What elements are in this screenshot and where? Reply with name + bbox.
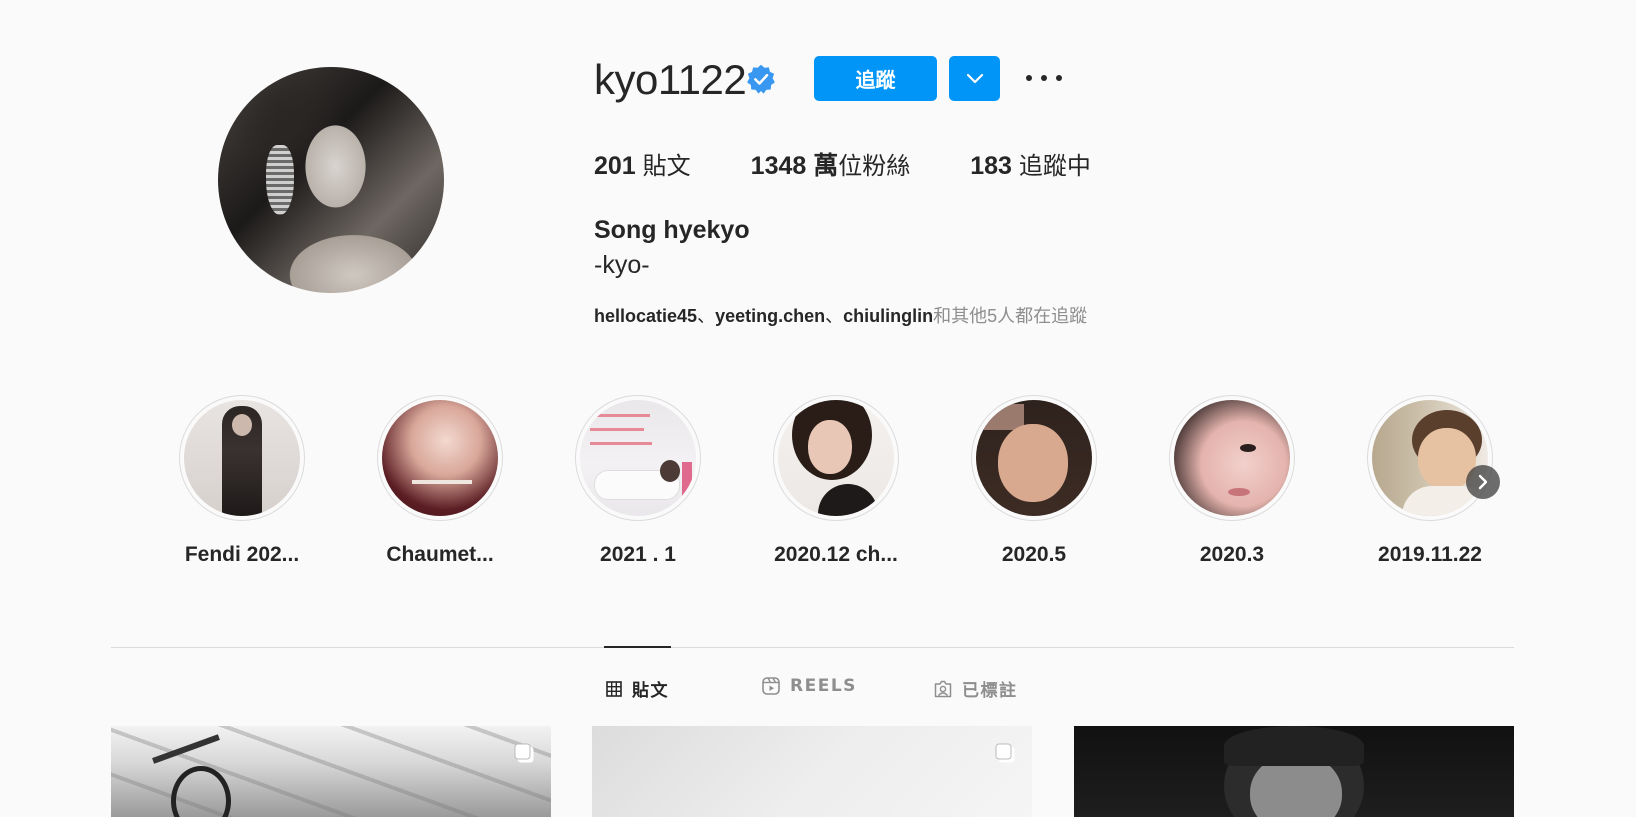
highlight-cover [778, 400, 894, 516]
highlight-cover [976, 400, 1092, 516]
highlight-item[interactable]: Fendi 202... [172, 395, 312, 567]
stat-followers-label: 位粉絲 [838, 152, 911, 180]
post-thumbnail[interactable] [592, 726, 1032, 817]
highlight-item[interactable]: 2020.12 ch... [766, 395, 906, 567]
stat-posts: 201 貼文 [594, 146, 691, 182]
follower-separator: 、 [825, 306, 844, 326]
followed-by-suffix: 和其他5人都在追蹤 [933, 306, 1088, 326]
follower-link[interactable]: yeeting.chen [715, 306, 825, 326]
stat-posts-value: 201 [594, 152, 636, 180]
tabs-divider [111, 647, 1514, 648]
tab-reels[interactable]: REELS [762, 676, 857, 696]
highlight-label: 2020.12 ch... [774, 543, 898, 566]
highlight-label: 2020.5 [1001, 543, 1067, 566]
highlight-cover [580, 400, 696, 516]
post-image-detail [1224, 726, 1364, 766]
story-highlights: Fendi 202... Chaumet... 2021 . 1 2020.12… [172, 395, 1512, 575]
stat-followers-value: 1348 萬 [750, 152, 839, 180]
follow-button[interactable]: 追蹤 [814, 56, 937, 101]
highlight-ring [1169, 395, 1295, 521]
post-thumbnail[interactable] [111, 726, 551, 817]
highlight-item[interactable]: Chaumet... [370, 395, 510, 567]
avatar-photo-detail [266, 145, 294, 215]
highlight-ring [377, 395, 503, 521]
tagged-icon [934, 680, 952, 697]
highlight-cover [1372, 400, 1488, 516]
tab-reels-label: REELS [790, 676, 857, 696]
highlight-item[interactable]: 2020.3 [1162, 395, 1302, 567]
stat-following-label: 追蹤中 [1018, 152, 1091, 180]
highlight-ring [971, 395, 1097, 521]
chevron-right-icon [1478, 474, 1488, 490]
multiple-photos-icon [995, 743, 1015, 763]
tab-posts[interactable]: 貼文 [606, 676, 669, 701]
tab-tagged[interactable]: 已標註 [934, 676, 1018, 701]
options-dot [1041, 75, 1047, 81]
profile-bio: -kyo- [594, 251, 650, 279]
options-dot [1026, 75, 1032, 81]
tab-posts-label: 貼文 [632, 681, 669, 701]
reels-icon [762, 677, 780, 695]
followed-by-line[interactable]: hellocatie45、yeeting.chen、chiulinglin和其他… [594, 302, 1087, 328]
stat-posts-label: 貼文 [642, 152, 691, 180]
highlight-cover [1174, 400, 1290, 516]
profile-stats: 201 貼文 1348 萬位粉絲 183 追蹤中 [594, 146, 1151, 182]
options-dot [1056, 75, 1062, 81]
highlight-item[interactable]: 2021 . 1 [568, 395, 708, 567]
multiple-photos-icon [514, 743, 534, 763]
follower-separator: 、 [697, 306, 716, 326]
follower-link[interactable]: hellocatie45 [594, 306, 697, 326]
highlight-label: 2019.11.22 [1378, 543, 1482, 566]
profile-avatar[interactable] [218, 67, 444, 293]
highlight-label: Fendi 202... [184, 543, 300, 566]
highlight-label: 2020.3 [1199, 543, 1265, 566]
stat-following[interactable]: 183 追蹤中 [970, 146, 1091, 182]
profile-full-name: Song hyekyo [594, 216, 750, 244]
highlight-ring [179, 395, 305, 521]
highlight-cover [184, 400, 300, 516]
profile-username: kyo1122 [594, 56, 747, 103]
highlight-cover [382, 400, 498, 516]
highlight-ring [575, 395, 701, 521]
chevron-down-icon [966, 73, 983, 83]
tab-tagged-label: 已標註 [962, 681, 1018, 701]
follower-link[interactable]: chiulinglin [843, 306, 933, 326]
stat-following-value: 183 [970, 152, 1012, 180]
grid-icon [606, 680, 622, 697]
highlight-ring [1367, 395, 1493, 521]
highlight-label: 2021 . 1 [600, 543, 676, 566]
active-tab-indicator [604, 646, 671, 648]
stat-followers[interactable]: 1348 萬位粉絲 [751, 146, 911, 182]
highlight-label: Chaumet... [386, 543, 494, 566]
highlight-ring [773, 395, 899, 521]
highlights-next-button[interactable] [1466, 465, 1500, 499]
verified-badge-icon [747, 64, 775, 94]
suggested-accounts-button[interactable] [949, 56, 1000, 101]
post-thumbnail[interactable] [1074, 726, 1514, 817]
highlight-item[interactable]: 2020.5 [964, 395, 1104, 567]
more-options-icon[interactable] [1026, 62, 1062, 94]
